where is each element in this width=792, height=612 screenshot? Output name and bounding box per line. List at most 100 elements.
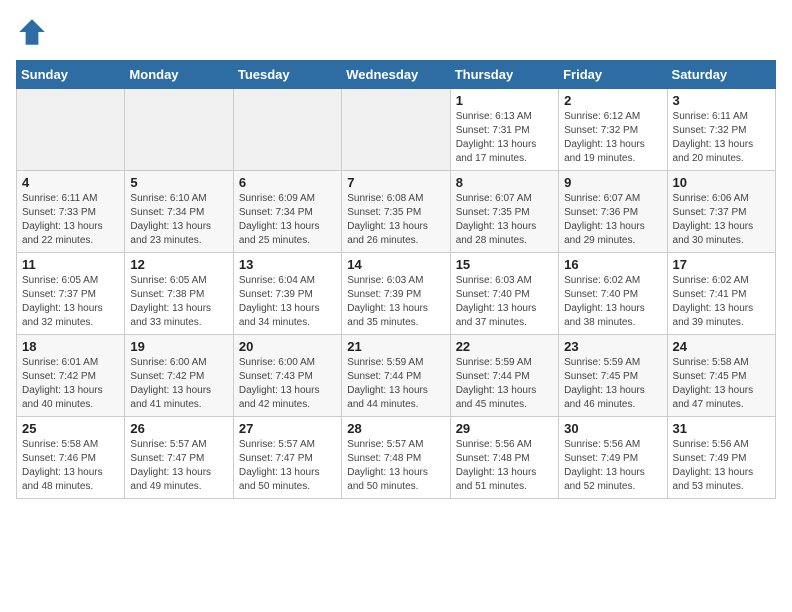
header-cell-monday: Monday [125, 61, 233, 89]
day-info: Sunrise: 5:59 AM Sunset: 7:44 PM Dayligh… [456, 356, 553, 412]
day-number: 31 [673, 421, 770, 436]
day-info: Sunrise: 5:56 AM Sunset: 7:48 PM Dayligh… [456, 438, 553, 494]
day-number: 11 [22, 257, 119, 272]
day-number: 8 [456, 175, 553, 190]
day-info: Sunrise: 6:02 AM Sunset: 7:41 PM Dayligh… [673, 274, 770, 330]
day-cell: 21Sunrise: 5:59 AM Sunset: 7:44 PM Dayli… [342, 335, 450, 417]
day-number: 19 [130, 339, 227, 354]
header-cell-thursday: Thursday [450, 61, 558, 89]
day-info: Sunrise: 5:57 AM Sunset: 7:48 PM Dayligh… [347, 438, 444, 494]
day-cell: 26Sunrise: 5:57 AM Sunset: 7:47 PM Dayli… [125, 417, 233, 499]
day-cell [125, 89, 233, 171]
day-cell: 30Sunrise: 5:56 AM Sunset: 7:49 PM Dayli… [559, 417, 667, 499]
day-cell: 16 Sunrise: 6:02 AM Sunset: 7:40 PM Dayli… [559, 253, 667, 335]
day-number: 27 [239, 421, 336, 436]
day-cell: 9 Sunrise: 6:07 AM Sunset: 7:36 PM Daylig… [559, 171, 667, 253]
header-cell-friday: Friday [559, 61, 667, 89]
calendar-body: 1 Sunrise: 6:13 AM Sunset: 7:31 PM Daylig… [17, 89, 776, 499]
day-number: 20 [239, 339, 336, 354]
day-cell: 27 Sunrise: 5:57 AM Sunset: 7:47 PM Dayli… [233, 417, 341, 499]
day-info: Sunrise: 6:13 AM Sunset: 7:31 PM Dayligh… [456, 110, 553, 166]
week-row-3: 18 Sunrise: 6:01 AM Sunset: 7:42 PM Dayli… [17, 335, 776, 417]
day-number: 1 [456, 93, 553, 108]
day-cell: 1 Sunrise: 6:13 AM Sunset: 7:31 PM Daylig… [450, 89, 558, 171]
day-info: Sunrise: 6:11 AM Sunset: 7:32 PM Dayligh… [673, 110, 770, 166]
day-number: 29 [456, 421, 553, 436]
day-cell [233, 89, 341, 171]
day-cell: 18 Sunrise: 6:01 AM Sunset: 7:42 PM Dayli… [17, 335, 125, 417]
day-info: Sunrise: 6:09 AM Sunset: 7:34 PM Dayligh… [239, 192, 336, 248]
header-row: SundayMondayTuesdayWednesdayThursdayFrid… [17, 61, 776, 89]
header-cell-wednesday: Wednesday [342, 61, 450, 89]
day-number: 6 [239, 175, 336, 190]
day-info: Sunrise: 6:00 AM Sunset: 7:42 PM Dayligh… [130, 356, 227, 412]
day-number: 10 [673, 175, 770, 190]
week-row-2: 11 Sunrise: 6:05 AM Sunset: 7:37 PM Dayli… [17, 253, 776, 335]
day-cell: 7 Sunrise: 6:08 AM Sunset: 7:35 PM Daylig… [342, 171, 450, 253]
day-info: Sunrise: 5:56 AM Sunset: 7:49 PM Dayligh… [564, 438, 661, 494]
day-number: 9 [564, 175, 661, 190]
day-info: Sunrise: 5:58 AM Sunset: 7:46 PM Dayligh… [22, 438, 119, 494]
day-number: 14 [347, 257, 444, 272]
day-number: 16 [564, 257, 661, 272]
day-info: Sunrise: 6:03 AM Sunset: 7:39 PM Dayligh… [347, 274, 444, 330]
day-info: Sunrise: 5:58 AM Sunset: 7:45 PM Dayligh… [673, 356, 770, 412]
day-cell: 24 Sunrise: 5:58 AM Sunset: 7:45 PM Dayli… [667, 335, 775, 417]
day-info: Sunrise: 6:04 AM Sunset: 7:39 PM Dayligh… [239, 274, 336, 330]
day-number: 24 [673, 339, 770, 354]
header-cell-saturday: Saturday [667, 61, 775, 89]
day-info: Sunrise: 5:57 AM Sunset: 7:47 PM Dayligh… [239, 438, 336, 494]
day-info: Sunrise: 6:08 AM Sunset: 7:35 PM Dayligh… [347, 192, 444, 248]
day-info: Sunrise: 6:02 AM Sunset: 7:40 PM Dayligh… [564, 274, 661, 330]
header-cell-sunday: Sunday [17, 61, 125, 89]
day-cell: 2 Sunrise: 6:12 AM Sunset: 7:32 PM Daylig… [559, 89, 667, 171]
day-cell: 15 Sunrise: 6:03 AM Sunset: 7:40 PM Dayli… [450, 253, 558, 335]
day-number: 23 [564, 339, 661, 354]
day-cell: 5Sunrise: 6:10 AM Sunset: 7:34 PM Daylig… [125, 171, 233, 253]
day-number: 22 [456, 339, 553, 354]
day-number: 18 [22, 339, 119, 354]
day-number: 15 [456, 257, 553, 272]
header-cell-tuesday: Tuesday [233, 61, 341, 89]
day-number: 7 [347, 175, 444, 190]
day-number: 12 [130, 257, 227, 272]
day-number: 3 [673, 93, 770, 108]
day-number: 4 [22, 175, 119, 190]
day-info: Sunrise: 5:56 AM Sunset: 7:49 PM Dayligh… [673, 438, 770, 494]
week-row-1: 4 Sunrise: 6:11 AM Sunset: 7:33 PM Daylig… [17, 171, 776, 253]
day-cell: 10 Sunrise: 6:06 AM Sunset: 7:37 PM Dayli… [667, 171, 775, 253]
day-info: Sunrise: 5:57 AM Sunset: 7:47 PM Dayligh… [130, 438, 227, 494]
day-number: 2 [564, 93, 661, 108]
logo-icon [16, 16, 48, 48]
day-cell: 14 Sunrise: 6:03 AM Sunset: 7:39 PM Dayli… [342, 253, 450, 335]
day-number: 13 [239, 257, 336, 272]
day-cell: 8 Sunrise: 6:07 AM Sunset: 7:35 PM Daylig… [450, 171, 558, 253]
day-cell: 11 Sunrise: 6:05 AM Sunset: 7:37 PM Dayli… [17, 253, 125, 335]
day-info: Sunrise: 6:12 AM Sunset: 7:32 PM Dayligh… [564, 110, 661, 166]
day-info: Sunrise: 5:59 AM Sunset: 7:45 PM Dayligh… [564, 356, 661, 412]
day-info: Sunrise: 6:06 AM Sunset: 7:37 PM Dayligh… [673, 192, 770, 248]
day-info: Sunrise: 6:05 AM Sunset: 7:37 PM Dayligh… [22, 274, 119, 330]
day-info: Sunrise: 6:10 AM Sunset: 7:34 PM Dayligh… [130, 192, 227, 248]
logo [16, 16, 52, 48]
day-info: Sunrise: 6:07 AM Sunset: 7:35 PM Dayligh… [456, 192, 553, 248]
day-info: Sunrise: 6:01 AM Sunset: 7:42 PM Dayligh… [22, 356, 119, 412]
day-cell: 12Sunrise: 6:05 AM Sunset: 7:38 PM Dayli… [125, 253, 233, 335]
day-info: Sunrise: 6:03 AM Sunset: 7:40 PM Dayligh… [456, 274, 553, 330]
day-cell: 3 Sunrise: 6:11 AM Sunset: 7:32 PM Daylig… [667, 89, 775, 171]
day-cell: 22 Sunrise: 5:59 AM Sunset: 7:44 PM Dayli… [450, 335, 558, 417]
day-number: 25 [22, 421, 119, 436]
week-row-0: 1 Sunrise: 6:13 AM Sunset: 7:31 PM Daylig… [17, 89, 776, 171]
day-cell [342, 89, 450, 171]
day-info: Sunrise: 6:07 AM Sunset: 7:36 PM Dayligh… [564, 192, 661, 248]
day-cell: 19 Sunrise: 6:00 AM Sunset: 7:42 PM Dayli… [125, 335, 233, 417]
day-cell: 13 Sunrise: 6:04 AM Sunset: 7:39 PM Dayli… [233, 253, 341, 335]
day-cell: 28 Sunrise: 5:57 AM Sunset: 7:48 PM Dayli… [342, 417, 450, 499]
day-cell: 20Sunrise: 6:00 AM Sunset: 7:43 PM Dayli… [233, 335, 341, 417]
calendar-table: SundayMondayTuesdayWednesdayThursdayFrid… [16, 60, 776, 499]
day-cell: 23 Sunrise: 5:59 AM Sunset: 7:45 PM Dayli… [559, 335, 667, 417]
day-cell: 31 Sunrise: 5:56 AM Sunset: 7:49 PM Dayli… [667, 417, 775, 499]
day-info: Sunrise: 6:11 AM Sunset: 7:33 PM Dayligh… [22, 192, 119, 248]
day-info: Sunrise: 5:59 AM Sunset: 7:44 PM Dayligh… [347, 356, 444, 412]
day-number: 28 [347, 421, 444, 436]
